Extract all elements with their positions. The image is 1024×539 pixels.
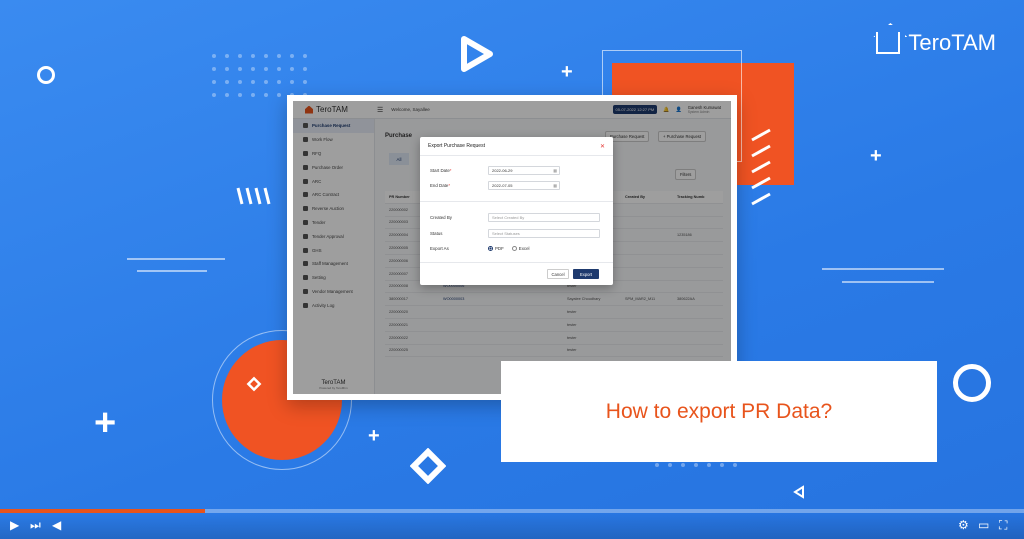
brand-name: TeroTAM: [908, 30, 996, 55]
calendar-icon: ▦: [553, 168, 557, 173]
next-icon[interactable]: ⏭: [30, 519, 41, 531]
theater-mode-icon[interactable]: ▭: [978, 519, 989, 531]
radio-excel-label: Excel: [518, 246, 530, 251]
plus-2: +: [870, 145, 882, 167]
caption-box: How to export PR Data?: [501, 361, 937, 462]
status-label: Status: [430, 231, 443, 236]
play-triangle-icon: [461, 36, 493, 72]
ring-right: [953, 364, 991, 402]
gear-icon[interactable]: ⚙: [958, 519, 969, 531]
modal-divider: [420, 262, 613, 263]
radio-pdf-label: PDF: [495, 246, 504, 251]
export-modal: Export Purchase Request ✕ Start Date* 20…: [420, 137, 613, 285]
end-date-input[interactable]: 2022-07-05 ▦: [488, 181, 560, 190]
player-controls: ▶ ⏭ ◀ ⚙ ▭ ⛶: [0, 513, 1024, 539]
volume-icon[interactable]: ◀: [52, 519, 61, 531]
cancel-button[interactable]: Cancel: [547, 269, 569, 279]
line-3: [822, 268, 944, 270]
line-2: [137, 270, 207, 272]
app-screenshot: TeroTAM ☰ Welcome, Sayallee 05-07-2022 1…: [287, 95, 737, 400]
end-date-label-text: End Date: [430, 183, 449, 188]
end-date-row: End Date* 2022-07-05 ▦: [430, 181, 560, 190]
small-diamond-icon: [246, 376, 262, 392]
diamond-icon: [410, 448, 446, 484]
created-by-row: Created By Select Created By: [430, 213, 600, 222]
stripes-left: [236, 187, 271, 205]
modal-header: Export Purchase Request ✕: [420, 137, 613, 156]
start-date-row: Start Date* 2022-06-29 ▦: [430, 166, 560, 175]
video-background: + + + + TeroTAM TeroTAM ☰ Welcome, Sayal…: [0, 0, 1024, 539]
plus-1: +: [561, 61, 573, 83]
line-4: [842, 281, 934, 283]
brand-logo: TeroTAM: [876, 30, 996, 56]
start-date-label: Start Date*: [430, 168, 452, 173]
close-icon[interactable]: ✕: [600, 143, 605, 150]
home-icon: [876, 32, 901, 54]
start-date-value: 2022-06-29: [492, 168, 513, 173]
play-icon[interactable]: ▶: [10, 519, 19, 531]
calendar-icon: ▦: [553, 183, 557, 188]
export-button[interactable]: Export: [573, 269, 599, 279]
fullscreen-icon[interactable]: ⛶: [999, 519, 1007, 531]
radio-excel[interactable]: Excel: [511, 246, 530, 251]
radio-pdf[interactable]: PDF: [488, 246, 504, 251]
caption-text: How to export PR Data?: [605, 399, 833, 423]
status-row: Status Select Statuses: [430, 229, 600, 238]
plus-3: +: [94, 402, 117, 444]
small-triangle-icon: [793, 485, 804, 499]
start-date-input[interactable]: 2022-06-29 ▦: [488, 166, 560, 175]
modal-title: Export Purchase Request: [428, 143, 485, 149]
line-1: [127, 258, 225, 260]
dot-grid-top: [212, 54, 307, 97]
end-date-value: 2022-07-05: [492, 183, 513, 188]
ring-top-left: [37, 66, 55, 84]
plus-4: +: [368, 425, 380, 447]
created-by-label: Created By: [430, 215, 452, 220]
created-by-select[interactable]: Select Created By: [488, 213, 600, 222]
export-as-row: Export As PDF Excel: [430, 246, 538, 251]
radio-dot-selected: [488, 246, 493, 251]
stripes-right: [751, 128, 771, 206]
end-date-label: End Date*: [430, 183, 451, 188]
start-date-label-text: Start Date: [430, 168, 450, 173]
export-as-label: Export As: [430, 246, 449, 251]
modal-divider: [420, 201, 613, 202]
app-window: TeroTAM ☰ Welcome, Sayallee 05-07-2022 1…: [293, 101, 731, 394]
radio-dot: [511, 246, 517, 251]
status-select[interactable]: Select Statuses: [488, 229, 600, 238]
